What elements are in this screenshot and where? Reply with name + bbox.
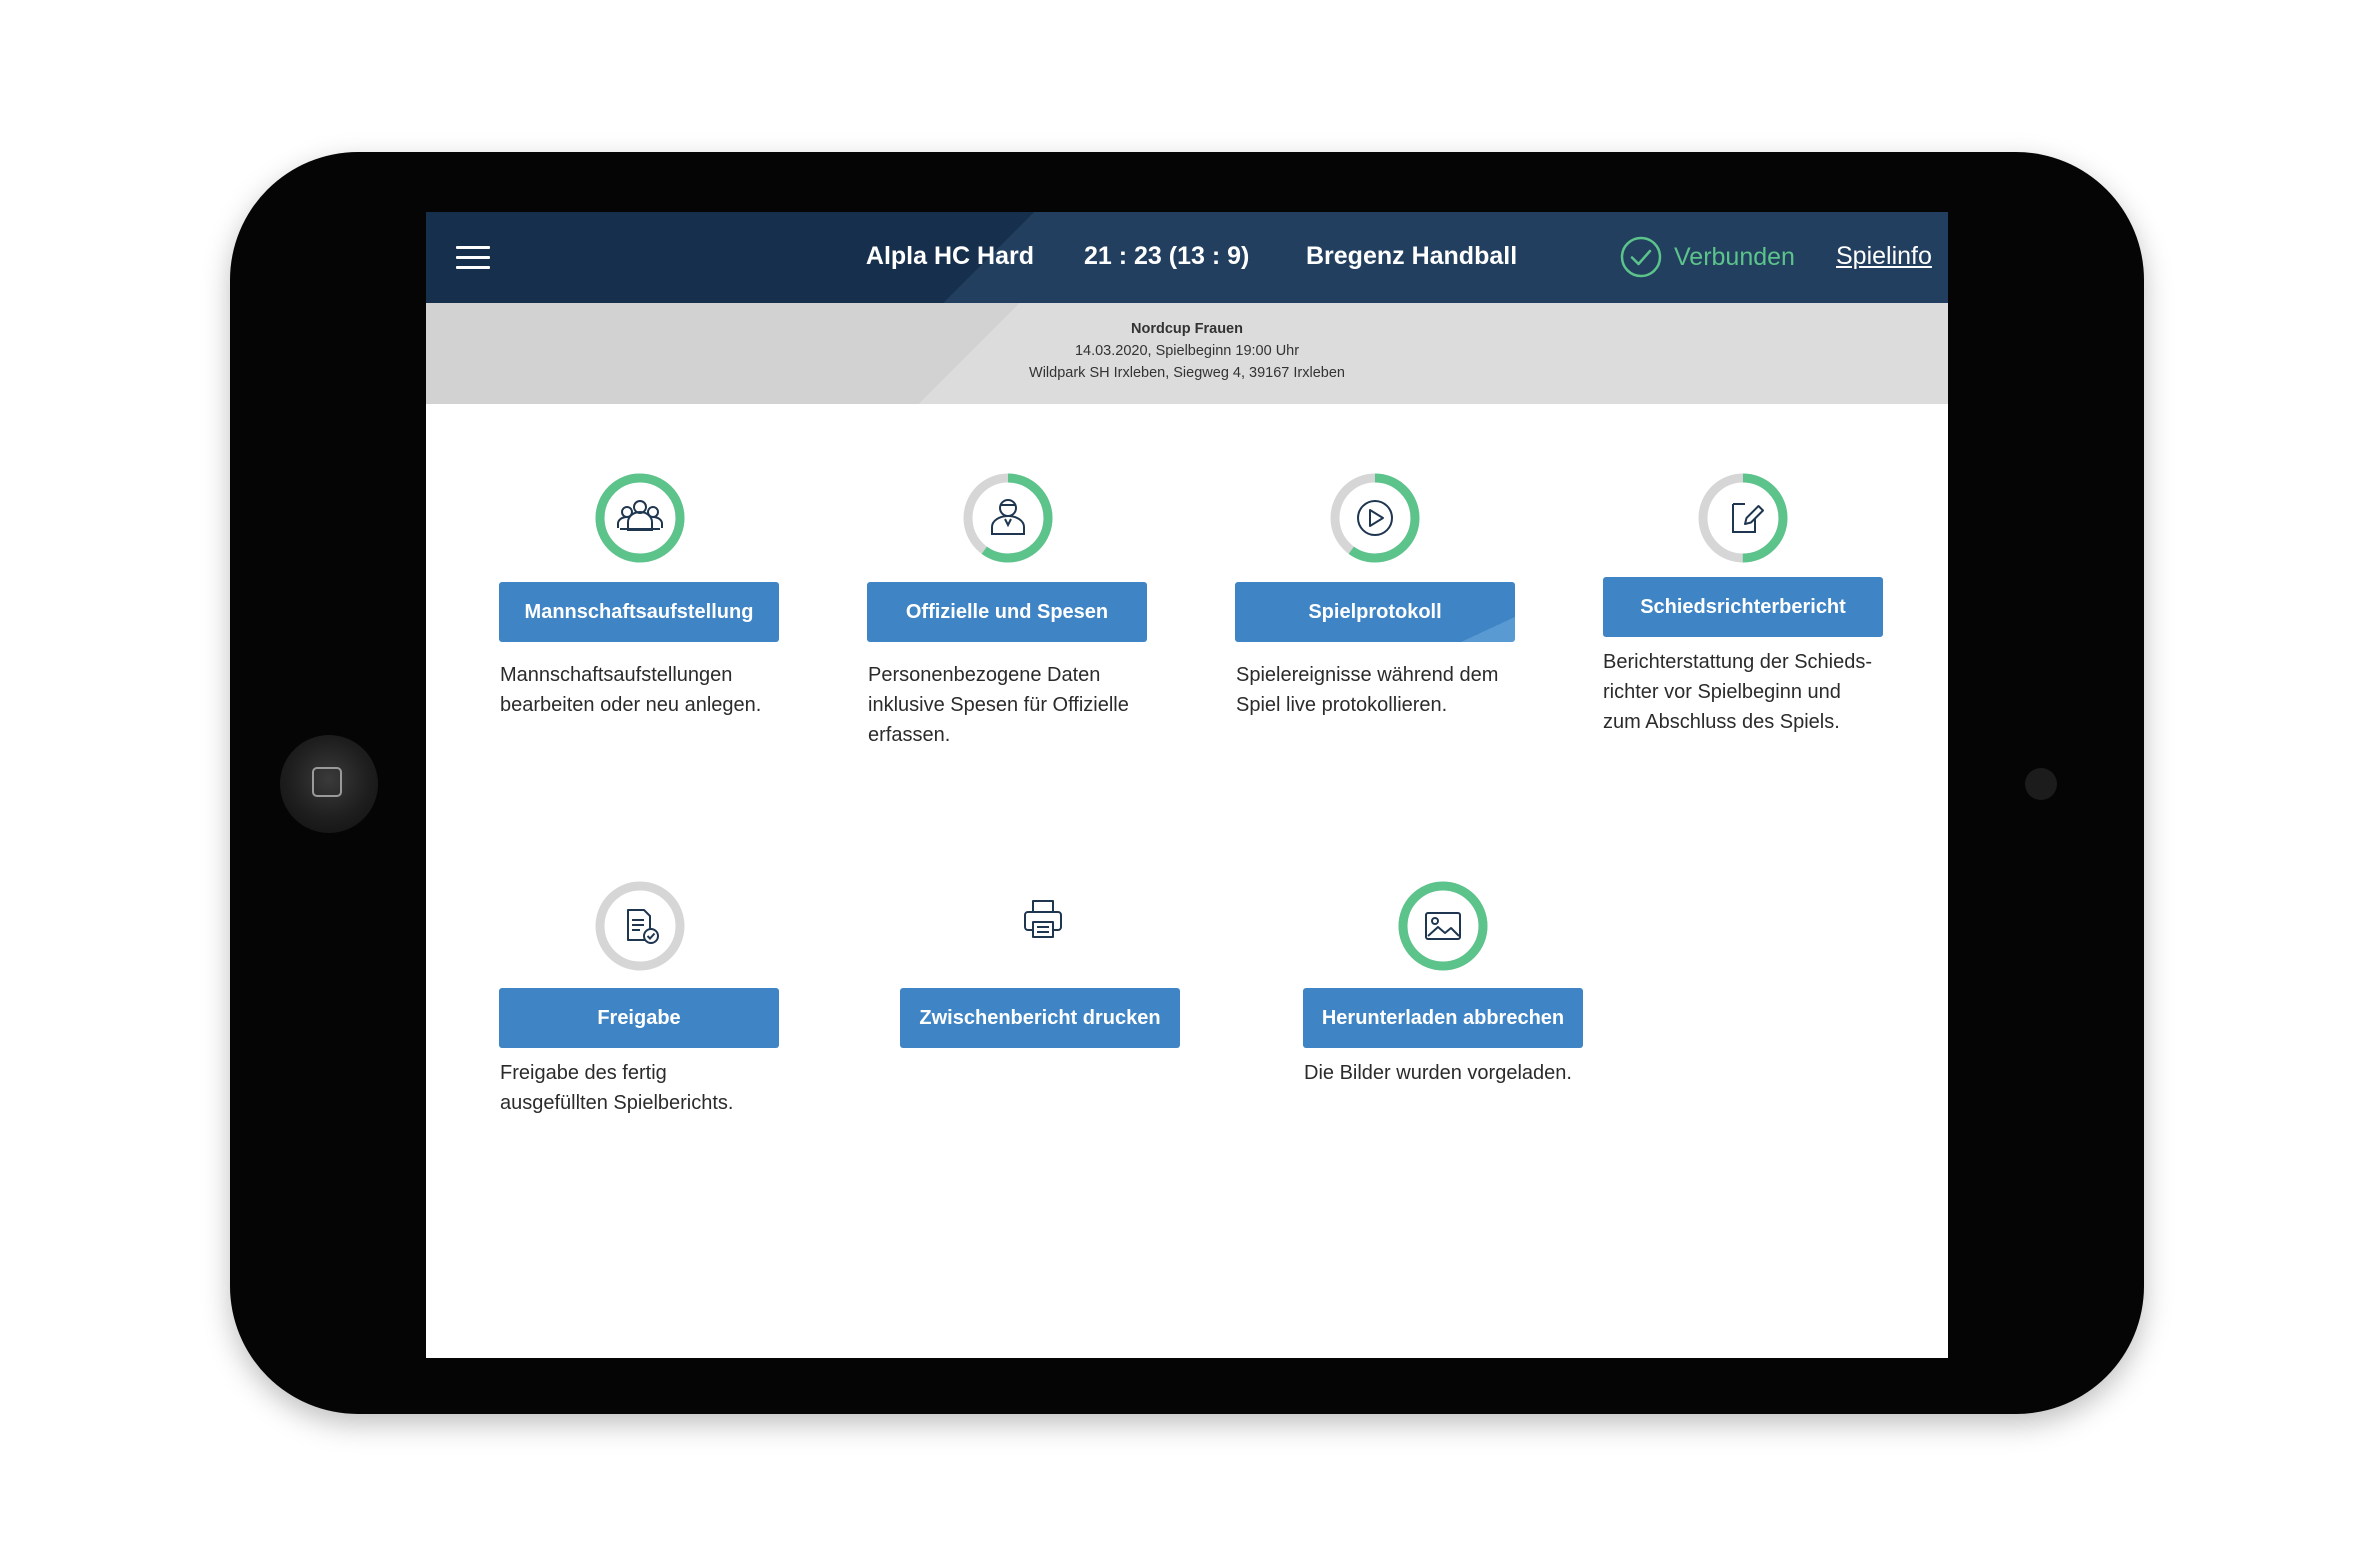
team-icon	[617, 500, 663, 531]
desc-line: inklusive Spesen für Offizielle	[868, 694, 1129, 716]
camera-dot	[2025, 768, 2057, 800]
top-bar: Alpla HC Hard 21 : 23 (13 : 9) Bregenz H…	[426, 212, 1948, 303]
desc-line: Spielereignisse während dem	[1236, 664, 1499, 686]
progress-ring	[1698, 473, 1788, 563]
progress-ring	[1330, 473, 1420, 563]
desc-line: Mannschaftsaufstellungen	[500, 664, 733, 686]
competition-name: Nordcup Frauen	[1131, 321, 1243, 337]
tile-description: Personenbezogene Daten inklusive Spesen …	[868, 660, 1168, 750]
desc-line: Spiel live protokollieren.	[1236, 694, 1448, 716]
home-square-icon	[312, 767, 342, 797]
tile-description: Berichterstattung der Schieds- richter v…	[1603, 647, 1903, 737]
progress-ring	[595, 473, 685, 563]
tile-description: Spielereignisse während dem Spiel live p…	[1236, 660, 1536, 720]
match-date: 14.03.2020, Spielbeginn 19:00 Uhr	[1074, 343, 1300, 359]
desc-line: ausgefüllten Spielberichts.	[500, 1092, 734, 1114]
progress-ring	[1398, 881, 1488, 971]
printer-icon	[1024, 900, 1062, 938]
menu-icon[interactable]	[456, 246, 490, 270]
desc-line: Die Bilder wurden vorgeladen.	[1304, 1062, 1572, 1084]
desc-line: richter vor Spielbeginn und	[1603, 681, 1841, 703]
mannschaftsaufstellung-button[interactable]: Mannschaftsaufstellung	[499, 582, 779, 642]
progress-ring	[963, 473, 1053, 563]
document-approve-icon	[627, 909, 659, 944]
play-icon	[1357, 500, 1393, 536]
edit-document-icon	[1732, 503, 1764, 533]
desc-line: bearbeiten oder neu anlegen.	[500, 694, 762, 716]
herunterladen-abbrechen-button[interactable]: Herunterladen abbrechen	[1303, 988, 1583, 1048]
home-button[interactable]	[280, 735, 378, 833]
desc-line: Freigabe des fertig	[500, 1062, 667, 1084]
desc-line: Personenbezogene Daten	[868, 664, 1101, 686]
app-screen: Alpla HC Hard 21 : 23 (13 : 9) Bregenz H…	[426, 212, 1948, 1358]
match-info-bar: Nordcup Frauen 14.03.2020, Spielbeginn 1…	[426, 303, 1948, 404]
official-person-icon	[991, 499, 1025, 535]
freigabe-button[interactable]: Freigabe	[499, 988, 779, 1048]
match-venue: Wildpark SH Irxleben, Siegweg 4, 39167 I…	[1029, 365, 1345, 381]
tile-description: Mannschaftsaufstellungen bearbeiten oder…	[500, 660, 800, 720]
away-team-name: Bregenz Handball	[1306, 242, 1518, 270]
schiedsrichterbericht-button[interactable]: Schiedsrichterbericht	[1603, 577, 1883, 637]
spielprotokoll-button[interactable]: Spielprotokoll	[1235, 582, 1515, 642]
desc-line: Berichterstattung der Schieds-	[1603, 651, 1873, 673]
score-display: 21 : 23 (13 : 9)	[1084, 242, 1250, 270]
spielinfo-link[interactable]: Spielinfo	[1836, 242, 1932, 271]
connection-status: Verbunden	[1620, 236, 1795, 278]
desc-line: erfassen.	[868, 724, 951, 746]
offizielle-spesen-button[interactable]: Offizielle und Spesen	[867, 582, 1147, 642]
desc-line: zum Abschluss des Spiels.	[1603, 711, 1840, 733]
home-team-name: Alpla HC Hard	[865, 242, 1034, 270]
image-icon	[1425, 912, 1461, 940]
zwischenbericht-drucken-button[interactable]: Zwischenbericht drucken	[900, 988, 1180, 1048]
tile-description: Die Bilder wurden vorgeladen.	[1304, 1058, 1604, 1088]
tile-description: Freigabe des fertig ausgefüllten Spielbe…	[500, 1058, 800, 1118]
progress-ring	[595, 881, 685, 971]
check-circle-icon	[1620, 236, 1662, 278]
status-label: Verbunden	[1674, 242, 1795, 271]
